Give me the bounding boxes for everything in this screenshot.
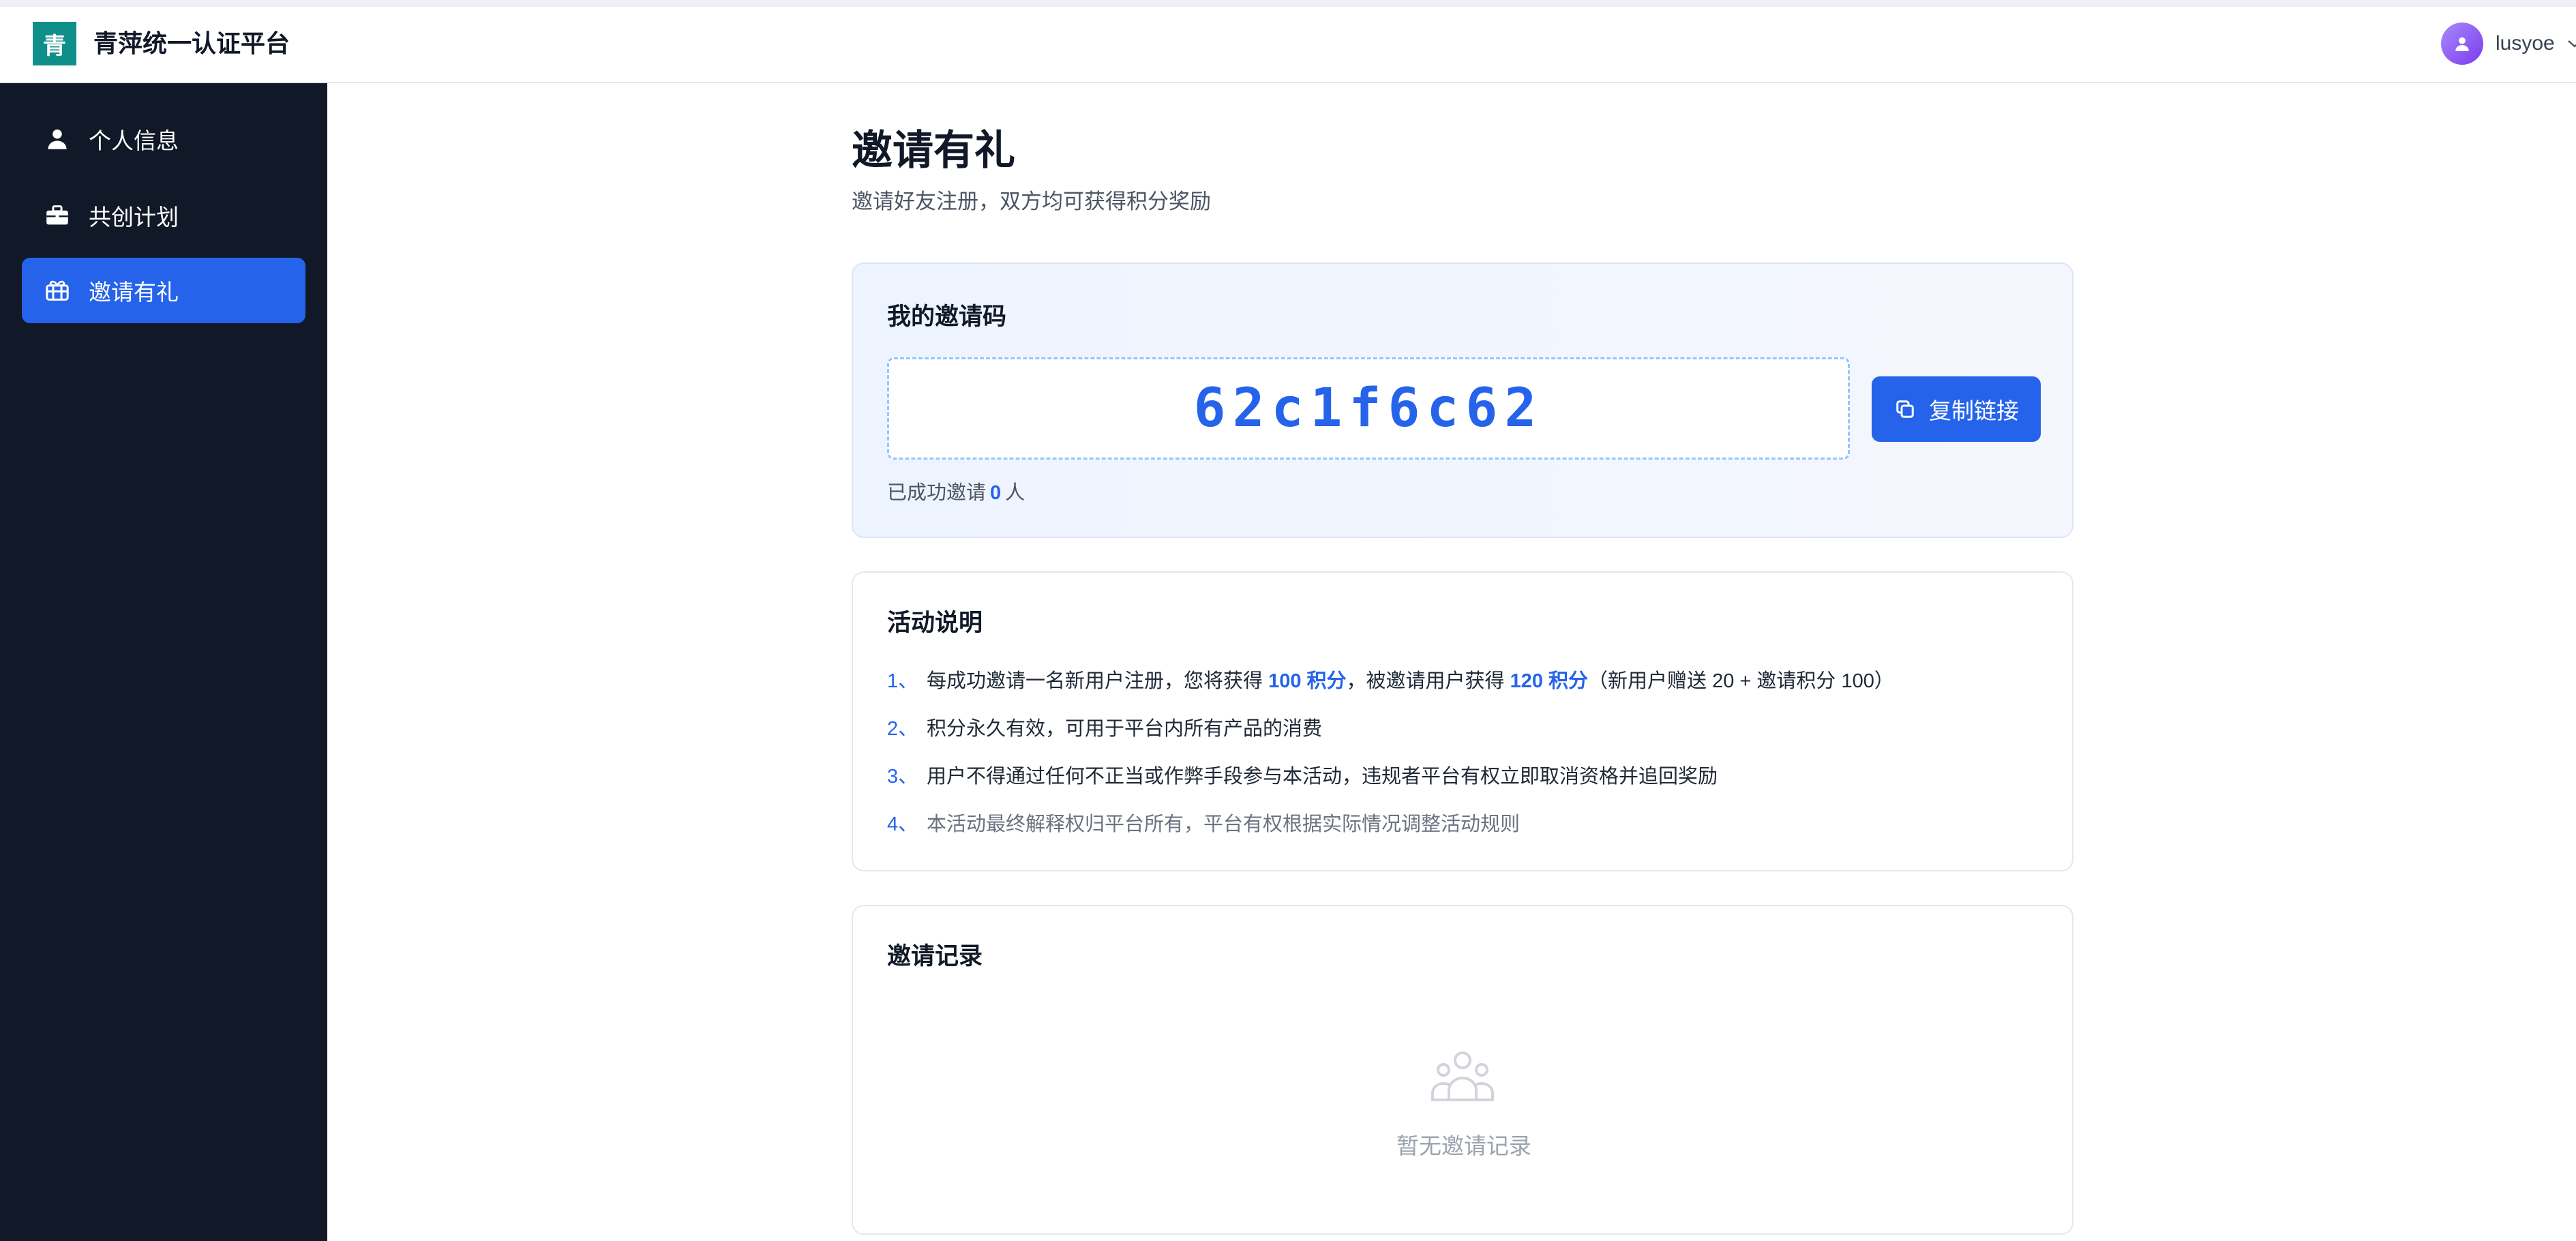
invite-code-box[interactable]: 62c1f6c62 [887,357,1850,460]
copy-link-label: 复制链接 [1929,398,2019,423]
username[interactable]: lusyoe [2496,32,2555,55]
rule-number: 1、 [887,670,918,692]
invited-suffix: 人 [1005,482,1025,504]
rule-text: 积分永久有效，可用于平台内所有产品的消费 [927,718,1323,740]
records-heading: 邀请记录 [887,943,983,970]
invited-summary: 已成功邀请 0 人 [887,477,1025,505]
invited-prefix: 已成功邀请 [887,482,987,504]
invite-code-heading: 我的邀请码 [887,303,1007,330]
rule-number: 3、 [887,766,918,788]
rule-text: 每成功邀请一名新用户注册，您将获得 [927,670,1269,692]
rule-text: 本活动最终解释权归平台所有，平台有权根据实际情况调整活动规则 [927,813,1521,835]
briefcase-icon [45,203,70,228]
sidebar-item-co-creation[interactable]: 共创计划 [22,183,305,248]
gift-icon [45,278,70,303]
user-icon [45,127,70,151]
avatar[interactable] [2441,23,2483,65]
brand-title: 青萍统一认证平台 [93,29,290,57]
page-subtitle: 邀请好友注册，双方均可获得积分奖励 [852,190,1211,213]
users-icon [1431,1051,1494,1101]
rule-item: 2、 积分永久有效，可用于平台内所有产品的消费 [887,715,1322,743]
rule-text: 用户不得通过任何不正当或作弊手段参与本活动，违规者平台有权立即取消资格并追回奖励 [927,766,1718,788]
rule-item: 3、 用户不得通过任何不正当或作弊手段参与本活动，违规者平台有权立即取消资格并追回… [887,763,1718,790]
rule-text: （新用户赠送 20 + 邀请积分 100） [1588,670,1894,692]
invite-code[interactable]: 62c1f6c62 [1194,378,1544,439]
chevron-down-icon[interactable] [2567,39,2576,48]
rule-number: 2、 [887,718,918,740]
copy-link-button[interactable]: 复制链接 [1872,376,2041,442]
sidebar-item-label: 邀请有礼 [89,280,179,305]
invite-records-card: 邀请记录 暂无邀请记录 [852,905,2073,1235]
top-bar: 青 青萍统一认证平台 lusyoe [0,0,2576,83]
sidebar-item-label: 共创计划 [89,205,179,230]
sidebar-item-invite[interactable]: 邀请有礼 [22,258,305,323]
sidebar-item-profile[interactable]: 个人信息 [22,106,305,172]
rule-item: 4、 本活动最终解释权归平台所有，平台有权根据实际情况调整活动规则 [887,811,1520,838]
rule-text: ，被邀请用户获得 [1346,670,1510,692]
user-avatar-icon [2455,37,2469,51]
page-title: 邀请有礼 [852,128,1015,173]
invite-code-card: 我的邀请码 62c1f6c62 复制链接 已成功邀请 0 人 [852,263,2073,538]
rules-heading: 活动说明 [887,610,983,636]
rule-number: 4、 [887,813,918,835]
empty-records-text: 暂无邀请记录 [1396,1133,1531,1158]
rules-card: 活动说明 1、 每成功邀请一名新用户注册，您将获得 100 积分，被邀请用户获得 … [852,571,2073,871]
rule-item: 1、 每成功邀请一名新用户注册，您将获得 100 积分，被邀请用户获得 120 积… [887,668,1894,695]
rule-highlight: 100 积分 [1268,670,1347,692]
user-menu[interactable]: lusyoe [2441,22,2576,65]
brand-logo[interactable]: 青 [33,22,76,65]
sidebar-item-label: 个人信息 [89,128,179,153]
invited-count: 0 [990,482,1002,504]
sidebar: 个人信息 共创计划 邀请有礼 [0,83,327,1241]
rule-highlight: 120 积分 [1510,670,1589,692]
copy-icon [1893,398,1917,421]
